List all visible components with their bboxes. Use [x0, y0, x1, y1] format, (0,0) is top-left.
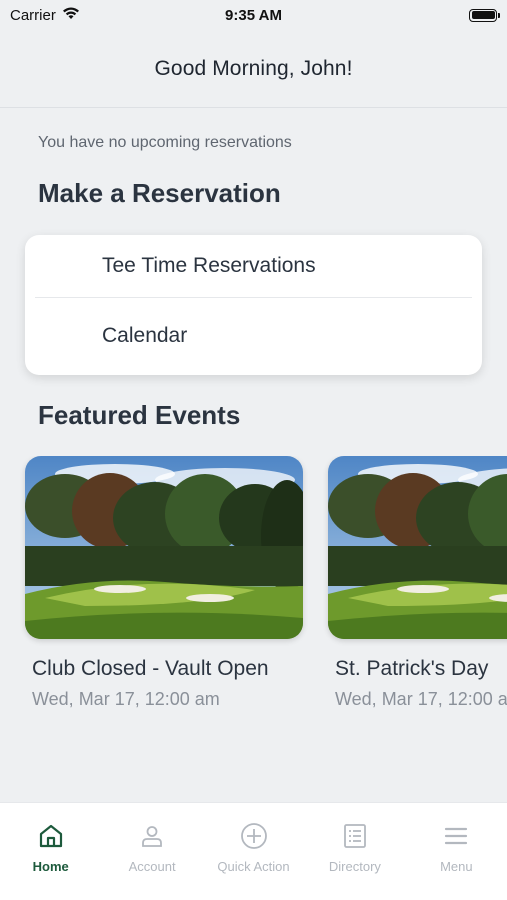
status-bar: Carrier 9:35 AM	[0, 0, 507, 30]
battery-icon	[469, 8, 500, 22]
divider	[35, 297, 472, 298]
tab-label: Directory	[328, 859, 381, 874]
event-date: Wed, Mar 17, 12:00 am	[32, 689, 220, 709]
event-image-golf-course	[25, 456, 303, 639]
tab-home[interactable]: Home	[0, 803, 101, 900]
tab-label: Menu	[440, 859, 473, 874]
tab-quick-action[interactable]: Quick Action	[203, 803, 304, 900]
status-left: Carrier	[10, 6, 80, 24]
make-reservation-title: Make a Reservation	[38, 178, 281, 208]
event-card[interactable]: St. Patrick's Day Wed, Mar 17, 12:00 am	[328, 456, 507, 710]
tab-bar: Home Account Quick Action Directory Menu	[0, 802, 507, 900]
calendar-label: Calendar	[102, 324, 188, 347]
person-icon	[137, 821, 167, 851]
tab-label: Account	[128, 859, 176, 874]
wifi-icon	[62, 6, 80, 24]
event-title: St. Patrick's Day	[335, 657, 489, 680]
calendar-item[interactable]: Calendar	[25, 305, 482, 367]
home-icon	[36, 821, 66, 851]
tee-time-label: Tee Time Reservations	[102, 254, 316, 277]
plus-circle-icon	[239, 821, 269, 851]
reservation-card: Tee Time Reservations Calendar	[25, 235, 482, 375]
event-title: Club Closed - Vault Open	[32, 657, 269, 680]
header: Good Morning, John!	[0, 30, 507, 108]
tab-menu[interactable]: Menu	[406, 803, 507, 900]
tab-label: Home	[32, 859, 69, 874]
tab-label: Quick Action	[217, 859, 290, 874]
hamburger-icon	[441, 821, 471, 851]
featured-events-title: Featured Events	[38, 400, 241, 430]
tab-directory[interactable]: Directory	[304, 803, 405, 900]
tee-time-reservations-item[interactable]: Tee Time Reservations	[25, 235, 482, 297]
event-date: Wed, Mar 17, 12:00 am	[335, 689, 507, 709]
event-image-golf-course	[328, 456, 507, 639]
no-reservations-text: You have no upcoming reservations	[38, 134, 292, 151]
list-doc-icon	[340, 821, 370, 851]
event-card[interactable]: Club Closed - Vault Open Wed, Mar 17, 12…	[25, 456, 303, 710]
featured-events-carousel[interactable]: Club Closed - Vault Open Wed, Mar 17, 12…	[0, 456, 507, 726]
tab-account[interactable]: Account	[101, 803, 202, 900]
carrier-label: Carrier	[10, 6, 56, 24]
greeting-title: Good Morning, John!	[154, 56, 353, 80]
